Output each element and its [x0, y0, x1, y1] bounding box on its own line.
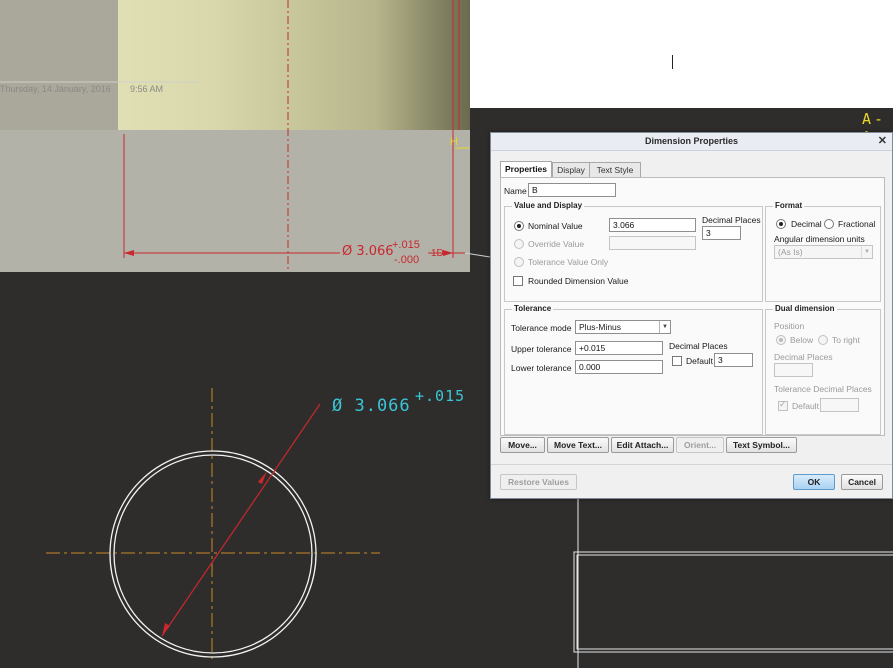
dual-below-label: Below [790, 335, 814, 345]
rounded-value-checkbox[interactable] [513, 276, 523, 286]
upper-tolerance-label: Upper tolerance [511, 344, 572, 354]
cancel-button[interactable]: Cancel [841, 474, 883, 490]
tolerance-default-label: Default [686, 356, 713, 366]
overlay-date: Thursday, 14 January, 2016 [0, 84, 111, 94]
circle-outer [109, 450, 317, 658]
text-symbol-button[interactable]: Text Symbol... [726, 437, 797, 453]
lower-tolerance-input[interactable]: 0.000 [575, 360, 663, 374]
decimal-label: Decimal [791, 219, 822, 229]
restore-values-button: Restore Values [500, 474, 577, 490]
dialog-titlebar[interactable]: Dimension Properties ✕ [491, 133, 892, 151]
tolerance-only-label: Tolerance Value Only [528, 257, 609, 267]
dual-default-label: Default [792, 401, 819, 411]
dual-decimal-places-input [774, 363, 813, 377]
bottom-dimension-value[interactable]: Ø 3.066 [332, 396, 411, 416]
value-display-group: Value and Display Nominal Value 3.066 Ov… [504, 201, 763, 302]
top-dimension-lower: -.000 [394, 254, 420, 266]
tolerance-mode-select[interactable]: Plus-Minus ▼ [575, 320, 671, 334]
drawing-canvas[interactable]: Thursday, 14 January, 2016 9:56 AM Ø 3.0… [0, 0, 893, 668]
tab-properties[interactable]: Properties [500, 161, 552, 178]
diameter-leader [161, 403, 321, 637]
fractional-radio[interactable] [824, 219, 834, 229]
value-decimal-places-label: Decimal Places [702, 215, 761, 225]
angular-units-value: (As Is) [778, 247, 803, 257]
ok-button[interactable]: OK [793, 474, 835, 490]
value-decimal-places-input[interactable]: 3 [702, 226, 741, 240]
dual-decimal-places-label: Decimal Places [774, 352, 833, 362]
tolerance-decimal-places-label: Decimal Places [669, 341, 728, 351]
nominal-value-label: Nominal Value [528, 221, 583, 231]
section-letter: H [450, 136, 458, 148]
rounded-value-label: Rounded Dimension Value [528, 276, 629, 286]
decimal-radio[interactable] [776, 219, 786, 229]
name-label: Name [504, 186, 527, 196]
override-value-input [609, 236, 696, 250]
dual-tolerance-decimal-input [820, 398, 859, 412]
dimension-properties-dialog: Dimension Properties ✕ Properties Displa… [490, 132, 893, 499]
bottom-dimension-upper: +.015 [415, 387, 466, 405]
part-face-left [0, 0, 118, 130]
value-display-title: Value and Display [512, 201, 585, 210]
dual-dimension-group: Dual dimension Position Below To right D… [765, 304, 881, 435]
part-rect-inner [576, 554, 893, 650]
tolerance-mode-value: Plus-Minus [579, 322, 622, 332]
dual-position-label: Position [774, 321, 805, 331]
dual-default-checkbox [778, 399, 788, 411]
dual-below-radio [776, 335, 786, 345]
override-value-label: Override Value [528, 239, 585, 249]
properties-panel: Name B Value and Display Nominal Value 3… [500, 177, 885, 436]
format-title: Format [773, 201, 805, 210]
dialog-title: Dimension Properties [644, 136, 739, 146]
overlay-time: 9:56 AM [130, 84, 164, 94]
dual-right-label: To right [832, 335, 860, 345]
dual-dimension-title: Dual dimension [773, 304, 837, 313]
tab-display[interactable]: Display [552, 162, 590, 177]
tolerance-only-radio [514, 257, 524, 267]
fractional-label: Fractional [838, 219, 876, 229]
name-input[interactable]: B [528, 183, 616, 197]
circle-inner [113, 454, 313, 654]
nominal-value-input[interactable]: 3.066 [609, 218, 696, 232]
drawing-sheet-area[interactable] [470, 0, 893, 108]
part-rect-outer [573, 551, 893, 653]
dual-tolerance-decimal-label: Tolerance Decimal Places [774, 384, 872, 394]
text-cursor [672, 55, 673, 69]
upper-tolerance-input[interactable]: +0.015 [575, 341, 663, 355]
move-button[interactable]: Move... [500, 437, 545, 453]
format-group: Format Decimal Fractional Angular dimens… [765, 201, 881, 302]
top-dimension-upper: +.015 [392, 239, 420, 251]
nominal-value-radio[interactable] [514, 221, 524, 231]
tolerance-decimal-places-input[interactable]: 3 [714, 353, 753, 367]
tab-text-style[interactable]: Text Style [589, 162, 641, 177]
tolerance-group: Tolerance Tolerance mode Plus-Minus ▼ Up… [504, 304, 763, 435]
orient-button: Orient... [676, 437, 724, 453]
top-dimension-value[interactable]: Ø 3.066 [342, 244, 394, 259]
arrowhead-upper [258, 471, 267, 484]
close-icon[interactable]: ✕ [878, 134, 887, 147]
override-value-radio [514, 239, 524, 249]
move-text-button[interactable]: Move Text... [547, 437, 609, 453]
angular-units-select: (As Is) ▼ [774, 245, 873, 259]
lower-tolerance-label: Lower tolerance [511, 363, 572, 373]
chevron-down-icon: ▼ [659, 321, 670, 333]
footer-separator [491, 464, 892, 465]
edit-attach-button[interactable]: Edit Attach... [611, 437, 674, 453]
tolerance-title: Tolerance [512, 304, 554, 313]
dual-right-radio [818, 335, 828, 345]
top-dimension-suffix: 1D [431, 248, 444, 259]
chevron-down-icon: ▼ [861, 246, 872, 258]
tolerance-mode-label: Tolerance mode [511, 323, 572, 333]
tolerance-default-checkbox[interactable] [672, 356, 682, 366]
angular-units-label: Angular dimension units [774, 234, 865, 244]
